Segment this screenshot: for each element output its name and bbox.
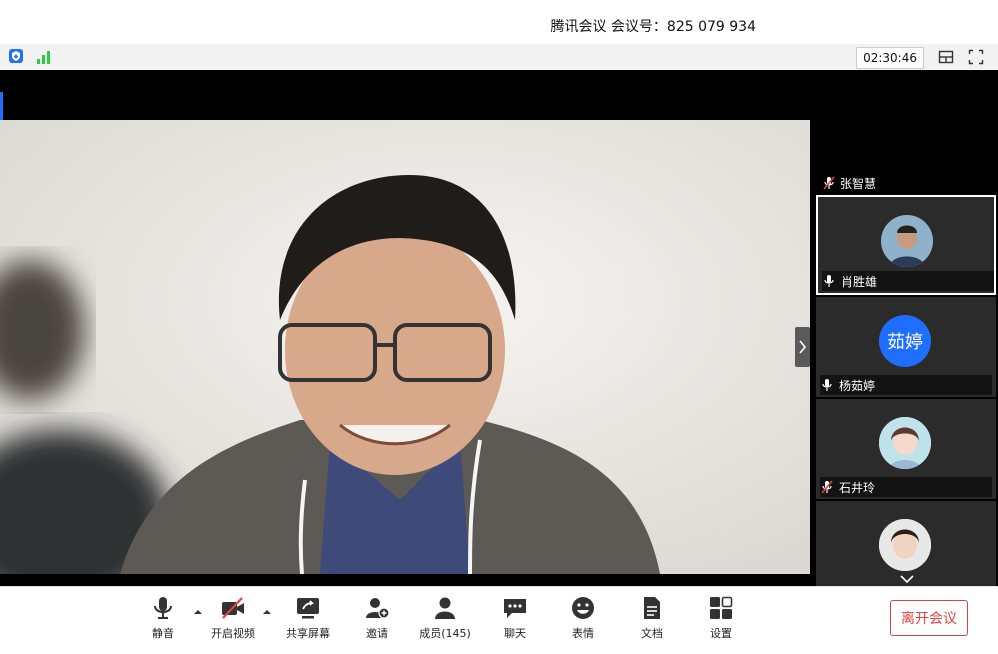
signal-strength-icon[interactable]	[36, 50, 52, 64]
microphone-icon	[154, 597, 172, 619]
participant-avatar-photo	[879, 417, 931, 469]
leave-meeting-button[interactable]: 离开会议	[890, 600, 968, 636]
main-video[interactable]	[0, 120, 810, 574]
start-video-button[interactable]: 开启视频	[203, 595, 263, 641]
status-bar: 02:30:46	[0, 44, 998, 71]
participant-avatar-photo	[879, 519, 931, 571]
security-shield-icon[interactable]	[8, 48, 24, 64]
participant-label: 杨茹婷	[820, 375, 992, 395]
share-screen-button[interactable]: 共享屏幕	[278, 595, 338, 641]
participant-tile-3[interactable]: 石井玲	[816, 399, 996, 499]
active-speaker-name: 张智慧	[840, 176, 877, 191]
video-off-icon	[222, 597, 244, 619]
chat-icon	[504, 599, 526, 618]
participant-label: 石井玲	[820, 477, 992, 497]
emoji-label: 表情	[572, 627, 594, 640]
add-user-icon	[366, 598, 390, 619]
meeting-title: 腾讯会议 会议号：825 079 934	[550, 19, 756, 35]
start-video-label: 开启视频	[211, 627, 255, 640]
collapse-panel-button[interactable]	[795, 327, 810, 367]
mic-muted-icon	[821, 480, 833, 494]
emoji-icon	[572, 597, 594, 619]
bottom-toolbar: 静音 开启视频 共享屏幕 邀请 成员(145) 聊天 表情 文档 设置 离开会议	[0, 586, 998, 654]
participant-avatar-initials: 茹婷	[879, 315, 931, 367]
mic-muted-icon	[823, 176, 835, 190]
members-label: 成员(145)	[419, 627, 471, 640]
video-options-caret-icon[interactable]	[262, 607, 272, 617]
docs-label: 文档	[641, 627, 663, 640]
active-speaker-header: 张智慧	[822, 174, 876, 192]
members-button[interactable]: 成员(145)	[415, 595, 475, 641]
participant-tile-2[interactable]: 茹婷 杨茹婷	[816, 297, 996, 397]
members-icon	[435, 597, 455, 619]
participant-name: 石井玲	[839, 480, 876, 495]
share-screen-label: 共享屏幕	[286, 627, 330, 640]
participant-label: 肖胜雄	[822, 271, 994, 291]
chat-label: 聊天	[504, 627, 526, 640]
invite-button[interactable]: 邀请	[347, 595, 407, 641]
layout-switch-icon[interactable]	[938, 49, 954, 65]
meeting-timer: 02:30:46	[856, 47, 924, 69]
share-screen-icon	[297, 598, 319, 619]
participant-avatar-photo	[881, 215, 933, 267]
mute-label: 静音	[152, 627, 174, 640]
speaker-video-frame	[0, 120, 810, 574]
participant-name: 肖胜雄	[841, 274, 878, 289]
mute-button[interactable]: 静音	[133, 595, 193, 641]
title-bar: 腾讯会议 会议号：825 079 934	[0, 6, 998, 44]
settings-grid-icon	[710, 596, 733, 619]
mic-icon	[822, 379, 832, 391]
invite-label: 邀请	[366, 627, 388, 640]
participant-initials: 茹婷	[887, 332, 923, 353]
docs-button[interactable]: 文档	[622, 595, 682, 641]
chevron-down-icon[interactable]	[898, 574, 916, 586]
settings-button[interactable]: 设置	[691, 595, 751, 641]
emoji-button[interactable]: 表情	[553, 595, 613, 641]
mic-icon	[824, 275, 834, 287]
participant-tile-1[interactable]: 肖胜雄	[816, 195, 996, 295]
settings-label: 设置	[710, 627, 732, 640]
mute-options-caret-icon[interactable]	[193, 607, 203, 617]
meeting-stage: 张智慧 肖胜雄 茹婷 杨茹婷 石井玲	[0, 70, 998, 586]
fullscreen-icon[interactable]	[968, 49, 984, 65]
participant-name: 杨茹婷	[839, 378, 876, 393]
chat-button[interactable]: 聊天	[485, 595, 545, 641]
document-icon	[644, 597, 660, 619]
